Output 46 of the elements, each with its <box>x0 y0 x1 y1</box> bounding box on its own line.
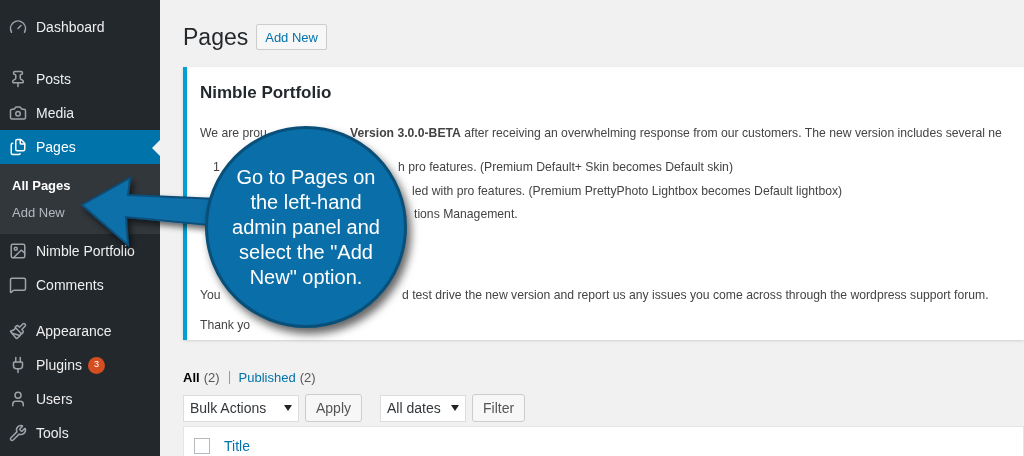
submenu-item[interactable]: All Pages <box>12 175 71 196</box>
sidebar-item[interactable]: Nimble Portfolio <box>0 234 160 268</box>
sidebar-item[interactable]: Users <box>0 382 160 416</box>
view-filter-link[interactable]: All <box>183 367 200 387</box>
pages-icon <box>9 138 27 156</box>
sidebar-item[interactable]: Media <box>0 96 160 130</box>
wrench-icon <box>9 424 27 442</box>
update-count-badge: 3 <box>87 356 105 374</box>
camera-icon <box>9 104 27 122</box>
select-all-checkbox[interactable] <box>194 438 210 454</box>
notice-text: You <box>200 287 221 302</box>
bulk-actions-dropdown[interactable]: Bulk Actions <box>183 394 299 422</box>
view-count: (2) <box>299 368 316 387</box>
sidebar-item[interactable]: Dashboard <box>0 10 160 44</box>
sidebar-item[interactable]: Tools <box>0 416 160 450</box>
view-count: (2) <box>203 368 220 387</box>
notice-text: Thank yo <box>200 317 251 332</box>
apply-button[interactable]: Apply <box>305 394 363 422</box>
notice-text: Version 3.0.0-BETA after receiving an overwhelming response from our customers. The new version includes several ne <box>350 124 1002 142</box>
sidebar-item[interactable]: Pages <box>0 130 160 164</box>
notice-text: tions Management. <box>414 205 518 223</box>
notice-text: d test drive the new version and report us any issues you come across through the wordpress support forum. <box>402 286 989 304</box>
dashboard-icon <box>9 18 27 36</box>
image-icon <box>9 242 27 260</box>
sidebar-item[interactable]: Comments <box>0 268 160 302</box>
paintbrush-icon <box>9 322 27 340</box>
notice-text: 1 <box>212 159 220 174</box>
submenu-item[interactable]: Add New <box>12 202 65 223</box>
notice-text: h pro features. (Premium Default+ Skin becomes Default skin) <box>398 158 733 176</box>
sidebar-item[interactable]: Plugins 3 <box>0 348 160 382</box>
notice-title: Nimble Portfolio <box>200 81 333 104</box>
view-filter-link[interactable]: Published <box>238 367 296 387</box>
add-new-button[interactable]: Add New <box>256 24 327 51</box>
page-title: Pages <box>183 23 249 52</box>
column-header-link[interactable]: Title <box>224 435 250 456</box>
dates-dropdown[interactable]: All dates <box>380 394 467 422</box>
sidebar-item[interactable]: Posts <box>0 62 160 96</box>
pin-icon <box>9 70 27 88</box>
filter-button[interactable]: Filter <box>472 394 526 422</box>
current-pointer-icon <box>152 140 160 156</box>
notice-text: led with pro features. (Premium PrettyPhoto Lightbox becomes Default lightbox) <box>412 182 843 200</box>
sidebar-item[interactable]: Appearance <box>0 314 160 348</box>
user-icon <box>9 390 27 408</box>
caret-icon <box>284 405 292 411</box>
speech-bubble-icon <box>9 276 27 294</box>
caret-icon <box>451 405 460 411</box>
